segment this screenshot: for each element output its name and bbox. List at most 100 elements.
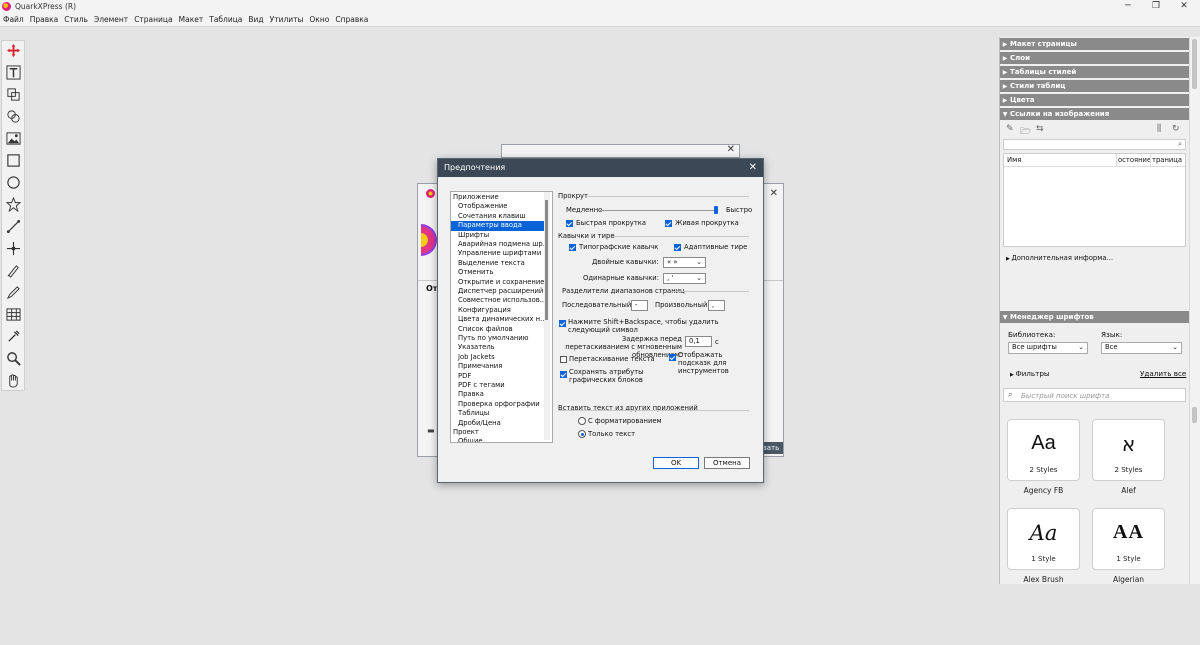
background-button[interactable]: зать <box>763 442 783 454</box>
nav-item[interactable]: Правка <box>451 390 550 399</box>
font-search-field[interactable]: ⌕ Быстрый поиск шрифта <box>1003 388 1186 402</box>
preferences-nav-list[interactable]: Приложение Отображение Сочетания клавиш Пар… <box>450 191 553 443</box>
nav-item[interactable]: Цвета динамических н... <box>451 315 550 324</box>
delete-all-link[interactable]: Удалить все <box>1140 369 1186 378</box>
panel-header-image-links[interactable]: ▼ Ссылки на изображения <box>1000 108 1190 120</box>
shift-backspace-checkbox[interactable] <box>559 320 566 327</box>
zoom-tool-icon[interactable] <box>4 349 22 367</box>
menu-edit[interactable]: Правка <box>27 13 62 24</box>
open-folder-icon[interactable]: 🗁 <box>1020 124 1031 140</box>
paste-with-format-radio[interactable] <box>578 417 586 425</box>
more-info-toggle[interactable]: ▶ Дополнительная информа... <box>1006 254 1113 262</box>
nav-item[interactable]: Приложение <box>451 193 545 202</box>
nav-scrollbar[interactable] <box>544 192 550 440</box>
background-close-icon-2[interactable]: ✕ <box>770 188 778 199</box>
typographic-quotes-checkbox[interactable] <box>569 244 576 251</box>
font-card-alef[interactable]: א 2 Styles <box>1092 419 1165 481</box>
nav-item[interactable]: Проект <box>451 428 545 437</box>
menu-item[interactable]: Элемент <box>91 13 131 24</box>
close-window-button[interactable]: ✕ <box>1170 0 1198 13</box>
bezier-pen-icon[interactable] <box>4 239 22 257</box>
col-status[interactable]: остояние <box>1118 156 1151 164</box>
language-select[interactable]: Все ⌄ <box>1101 342 1182 354</box>
nav-item[interactable]: Примечания <box>451 362 550 371</box>
arbitrary-input[interactable]: , <box>708 300 725 311</box>
menu-style[interactable]: Стиль <box>61 13 91 24</box>
nav-item[interactable]: Конфигурация <box>451 306 550 315</box>
menu-table[interactable]: Таблица <box>206 13 245 24</box>
menu-layout[interactable]: Макет <box>176 13 207 24</box>
nav-item[interactable]: Общие <box>451 437 550 442</box>
menu-utilities[interactable]: Утилиты <box>267 13 307 24</box>
columns-icon[interactable]: ⫼ <box>1157 124 1161 134</box>
ok-button[interactable]: OK <box>653 457 699 469</box>
nav-item[interactable]: Список файлов <box>451 325 550 334</box>
fast-scroll-checkbox[interactable] <box>566 220 573 227</box>
right-dock-scrollbar[interactable] <box>1189 37 1200 584</box>
nav-item[interactable]: Дроби/Цена <box>451 419 550 428</box>
paste-text-only-radio[interactable] <box>578 430 586 438</box>
star-box-icon[interactable] <box>4 195 22 213</box>
line-tool-icon[interactable] <box>4 217 22 235</box>
scroll-speed-track[interactable] <box>600 210 718 211</box>
nav-item[interactable]: Параметры ввода <box>451 221 550 231</box>
nav-item[interactable]: Проверка орфографии <box>451 400 550 409</box>
panel-header-colors[interactable]: ▶ Цвета <box>1000 94 1190 106</box>
menu-page[interactable]: Страница <box>131 13 175 24</box>
nav-item[interactable]: Управление шрифтами <box>451 249 550 258</box>
drag-delay-input[interactable]: 0,1 <box>685 336 712 347</box>
nav-item[interactable]: Путь по умолчанию <box>451 334 550 343</box>
panel-header-layers[interactable]: ▶ Слои <box>1000 52 1190 64</box>
minimize-button[interactable]: ─ <box>1114 0 1142 13</box>
text-tool-icon[interactable] <box>4 63 22 81</box>
sequential-input[interactable]: - <box>631 300 648 311</box>
right-dock-scrollbar-thumb[interactable] <box>1192 39 1197 89</box>
text-linking-icon[interactable] <box>4 85 22 103</box>
pencil-tool-icon[interactable] <box>4 283 22 301</box>
keep-box-attributes-checkbox[interactable] <box>560 371 567 378</box>
font-list-scrollbar-thumb[interactable] <box>1192 407 1197 423</box>
nav-item[interactable]: PDF <box>451 372 550 381</box>
pan-hand-icon[interactable] <box>4 371 22 389</box>
panel-header-page-layout[interactable]: ▶ Макет страницы <box>1000 38 1190 50</box>
font-card-agency-fb[interactable]: Aa 2 Styles <box>1007 419 1080 481</box>
font-card-algerian[interactable]: AA 1 Style <box>1092 508 1165 570</box>
double-quotes-select[interactable]: « » ⌄ <box>663 257 706 268</box>
maximize-button[interactable]: ❐ <box>1142 0 1170 13</box>
tooltips-checkbox[interactable] <box>669 354 676 361</box>
scroll-speed-thumb[interactable] <box>713 206 718 214</box>
nav-item[interactable]: Сочетания клавиш <box>451 212 550 221</box>
nav-scrollbar-thumb[interactable] <box>545 200 548 320</box>
edit-pencil-icon[interactable]: ✎ <box>1006 124 1014 134</box>
refresh-icon[interactable]: ↻ <box>1172 124 1180 134</box>
image-links-search[interactable]: ⌕ <box>1003 139 1186 150</box>
nav-item[interactable]: Шрифты <box>451 231 550 240</box>
nav-item[interactable]: Выделение текста <box>451 259 550 268</box>
bezier-select-icon[interactable] <box>4 261 22 279</box>
panel-header-font-manager[interactable]: ▼ Менеджер шрифтов <box>1000 311 1190 323</box>
nav-item[interactable]: Совместное использов... <box>451 296 550 305</box>
nav-item[interactable]: Аварийная подмена шр... <box>451 240 550 249</box>
nav-item[interactable]: Отменить <box>451 268 550 277</box>
nav-item[interactable]: PDF с тегами <box>451 381 550 390</box>
col-page[interactable]: траница <box>1152 156 1182 164</box>
dialog-close-icon[interactable]: ✕ <box>749 162 757 173</box>
adaptive-dashes-checkbox[interactable] <box>674 244 681 251</box>
menu-help[interactable]: Справка <box>332 13 371 24</box>
move-tool-icon[interactable] <box>4 41 22 59</box>
menu-file[interactable]: Файл <box>0 13 27 24</box>
nav-item[interactable]: Job Jackets <box>451 353 550 362</box>
panel-header-table-styles[interactable]: ▶ Стили таблиц <box>1000 80 1190 92</box>
nav-item[interactable]: Таблицы <box>451 409 550 418</box>
table-tool-icon[interactable] <box>4 305 22 323</box>
drag-text-checkbox[interactable] <box>560 356 567 363</box>
single-quotes-select[interactable]: ‚ ‘ ⌄ <box>663 273 706 284</box>
oval-box-icon[interactable] <box>4 173 22 191</box>
background-close-icon[interactable]: ✕ <box>727 144 735 155</box>
cancel-button[interactable]: Отмена <box>704 457 750 469</box>
nav-item[interactable]: Отображение <box>451 202 550 211</box>
picture-content-icon[interactable] <box>4 129 22 147</box>
menu-view[interactable]: Вид <box>245 13 266 24</box>
live-scroll-checkbox[interactable] <box>665 220 672 227</box>
panel-header-style-sheets[interactable]: ▶ Таблицы стилей <box>1000 66 1190 78</box>
